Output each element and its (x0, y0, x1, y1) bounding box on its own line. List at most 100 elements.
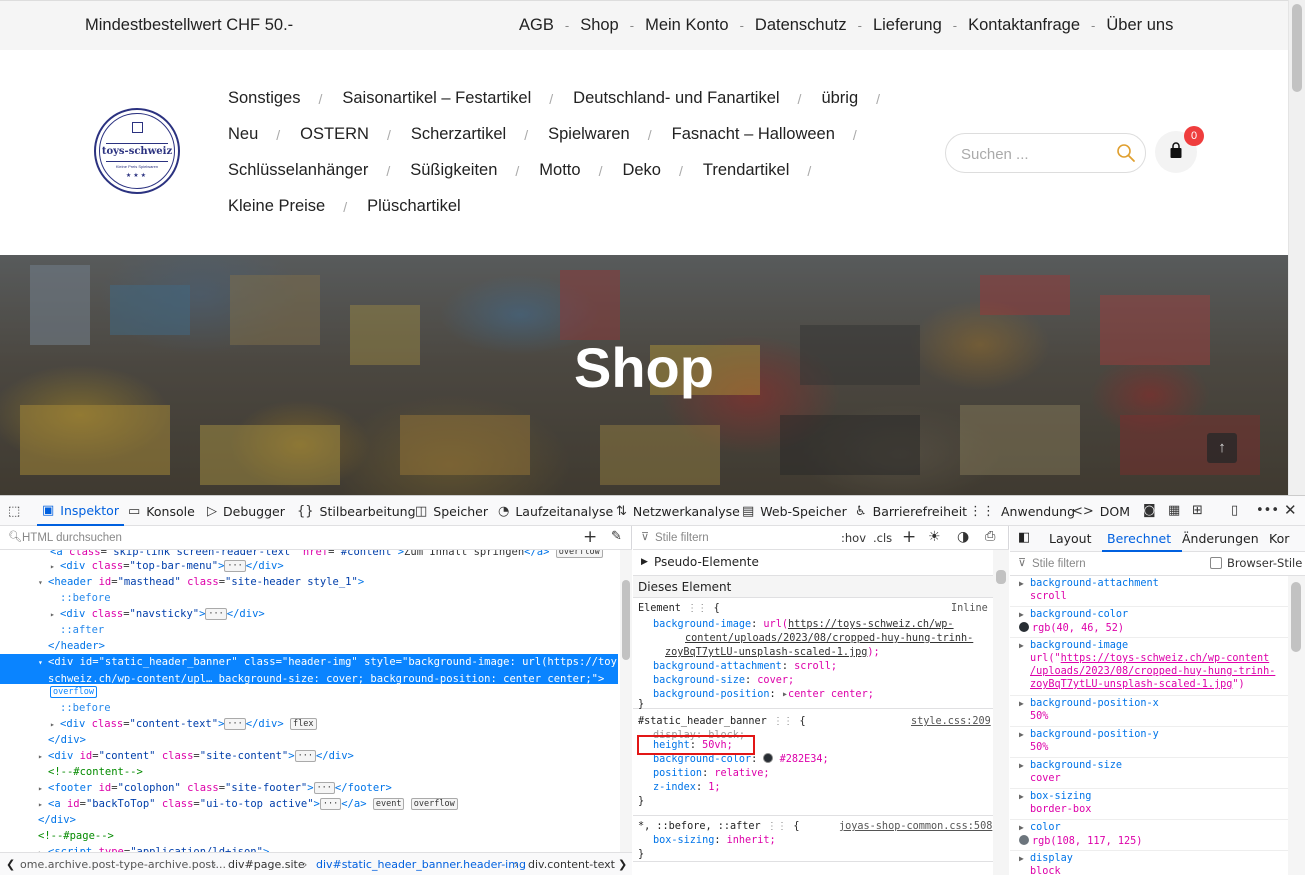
menu-item-deutschland[interactable]: Deutschland- und Fanartikel (573, 89, 779, 108)
rule-source-link[interactable]: style.css:209 (911, 716, 991, 727)
dom-node[interactable]: ▸ <div class="navsticky"> ··· </div> (0, 606, 618, 622)
menu-item-motto[interactable]: Motto (539, 161, 580, 180)
dom-node[interactable]: ▸<script type="application/ld+json"> (0, 844, 618, 852)
breadcrumb-item-current[interactable]: div#static_header_banner.header-img (316, 858, 526, 871)
computed-property[interactable]: ▶ background-position-y 50% (1010, 727, 1288, 758)
computed-property[interactable]: ▶ background-attachment scroll (1010, 576, 1288, 607)
dom-node[interactable]: <!--#page--> (0, 828, 618, 844)
menu-item-deko[interactable]: Deko (622, 161, 661, 180)
styles-filter-input[interactable] (655, 529, 825, 547)
css-declaration[interactable]: background-attachment: scroll; (653, 660, 837, 674)
dom-node[interactable]: ▸ <a id="backToTop" class="ui-to-top acti… (0, 796, 618, 812)
menu-item-schluesselanhaenger[interactable]: Schlüsselanhänger (228, 161, 368, 180)
computed-property[interactable]: ▶ background-position-x 50% (1010, 696, 1288, 727)
dom-node[interactable]: ::after (0, 622, 618, 638)
css-declaration[interactable]: background-color: #282E34; (653, 753, 829, 767)
top-nav-kontaktanfrage[interactable]: Kontaktanfrage (968, 16, 1080, 35)
css-declaration[interactable]: background-image: url(https://toys-schwe… (653, 618, 954, 632)
menu-item-kleine-preise[interactable]: Kleine Preise (228, 197, 325, 216)
dom-node[interactable]: </div> (0, 812, 618, 828)
markup-scrollbar-thumb[interactable] (622, 580, 630, 660)
menu-item-spielwaren[interactable]: Spielwaren (548, 125, 630, 144)
markup-scrollbar[interactable] (620, 550, 632, 852)
css-declaration[interactable]: background-size: cover; (653, 674, 794, 688)
tab-konsole[interactable]: ▭ Konsole (128, 496, 195, 526)
dom-node[interactable]: ▸ <div id="content" class="site-content">… (0, 748, 618, 764)
browser-styles-toggle[interactable]: Browser-Stile (1210, 556, 1302, 570)
menu-item-scherzartikel[interactable]: Scherzartikel (411, 125, 506, 144)
eyedropper-icon[interactable]: ✎ (611, 529, 622, 544)
tab-aenderungen[interactable]: Änderungen (1182, 531, 1259, 546)
computed-property[interactable]: ▶ background-color rgb(40, 46, 52) (1010, 607, 1288, 638)
tab-anwendung[interactable]: ⋮⋮ Anwendung (969, 496, 1075, 526)
print-icon[interactable]: ⎙ (985, 529, 995, 544)
tab-more[interactable]: Kor (1269, 531, 1289, 546)
tab-layout[interactable]: Layout (1049, 531, 1092, 546)
element-picker-button[interactable]: ⬚ (8, 496, 20, 526)
dom-node[interactable]: ::before (0, 700, 618, 716)
toggle-sidebar-icon[interactable]: ◧ (1018, 530, 1030, 545)
top-nav-mein-konto[interactable]: Mein Konto (645, 16, 728, 35)
menu-item-plueschartikel[interactable]: Plüschartikel (367, 197, 461, 216)
computed-property[interactable]: ▶ color rgb(108, 117, 125) (1010, 820, 1288, 851)
tab-dom[interactable]: <> DOM (1072, 496, 1130, 526)
tab-netzwerkanalyse[interactable]: ⇅ Netzwerkanalyse (616, 496, 740, 526)
menu-item-neu[interactable]: Neu (228, 125, 258, 144)
breadcrumb-item[interactable]: ome.archive.post-type-archive.post... (20, 858, 226, 871)
top-nav-lieferung[interactable]: Lieferung (873, 16, 942, 35)
menu-item-trendartikel[interactable]: Trendartikel (703, 161, 790, 180)
tab-laufzeitanalyse[interactable]: ◔ Laufzeitanalyse (498, 496, 613, 526)
css-declaration[interactable]: z-index: 1; (653, 781, 721, 795)
computed-property[interactable]: ▶ box-sizing border-box (1010, 789, 1288, 820)
css-url-link[interactable]: content/uploads/2023/08/cropped-huy-hung… (685, 633, 973, 644)
dom-node[interactable]: ::before (0, 590, 618, 606)
dock-icon[interactable]: ▯ (1231, 503, 1238, 518)
browser-styles-checkbox[interactable] (1210, 557, 1222, 569)
dom-node[interactable]: ▸ <div class="top-bar-menu"> ··· </div> (0, 558, 618, 574)
tab-web-speicher[interactable]: ▤ Web-Speicher (742, 496, 847, 526)
add-node-icon[interactable]: + (583, 527, 597, 547)
dom-node[interactable]: ▸ <div class="content-text"> ··· </div> fle… (0, 716, 618, 732)
page-scrollbar[interactable] (1288, 0, 1305, 495)
menu-item-suessigkeiten[interactable]: Süßigkeiten (410, 161, 497, 180)
tab-barrierefreiheit[interactable]: ♿ Barrierefreiheit (855, 496, 967, 526)
breadcrumb-item[interactable]: div#page.site (228, 858, 305, 871)
screenshot-icon[interactable]: ◙ (1143, 503, 1156, 518)
computed-scrollbar[interactable] (1288, 576, 1305, 875)
computed-property[interactable]: ▶ background-size cover (1010, 758, 1288, 789)
tab-stilbearbeitung[interactable]: {} Stilbearbeitung (297, 496, 416, 526)
breadcrumb-item[interactable]: div.content-text (528, 858, 615, 871)
add-rule-icon[interactable]: + (902, 527, 916, 547)
rule-source-link[interactable]: joyas-shop-common.css:508 (839, 821, 992, 832)
search-input[interactable] (961, 143, 1111, 165)
menu-item-uebrig[interactable]: übrig (821, 89, 858, 108)
top-nav-agb[interactable]: AGB (519, 16, 554, 35)
css-declaration[interactable]: box-sizing: inherit; (653, 834, 776, 848)
top-nav-shop[interactable]: Shop (580, 16, 619, 35)
css-url-link[interactable]: zoyBqT7ytLU-unsplash-scaled-1.jpg (665, 647, 867, 658)
dom-node[interactable]: </header> (0, 638, 618, 654)
close-icon[interactable]: ✕ (1284, 501, 1297, 519)
html-search-input[interactable] (22, 529, 562, 547)
top-nav-datenschutz[interactable]: Datenschutz (755, 16, 847, 35)
menu-item-fasnacht[interactable]: Fasnacht – Halloween (672, 125, 835, 144)
breadcrumb-back-icon[interactable]: ❮ (6, 858, 15, 871)
ruler-icon[interactable]: ⊞ (1192, 503, 1203, 518)
tab-inspektor[interactable]: ▣ Inspektor (37, 496, 124, 526)
menu-item-saisonartikel[interactable]: Saisonartikel – Festartikel (342, 89, 531, 108)
search-icon[interactable] (1116, 143, 1136, 163)
dom-node[interactable]: </div> (0, 732, 618, 748)
pseudo-elements-toggle[interactable]: ▶ Pseudo-Elemente (633, 550, 993, 576)
tab-debugger[interactable]: ▷ Debugger (207, 496, 285, 526)
breadcrumb-forward-icon[interactable]: ❯ (618, 858, 627, 871)
page-scrollbar-thumb[interactable] (1292, 4, 1302, 92)
more-options-icon[interactable]: ••• (1256, 503, 1279, 518)
tab-speicher[interactable]: ◫ Speicher (415, 496, 488, 526)
menu-item-ostern[interactable]: OSTERN (300, 125, 369, 144)
top-nav-ueber-uns[interactable]: Über uns (1106, 16, 1173, 35)
computed-property[interactable]: ▶ display block (1010, 851, 1288, 875)
dark-mode-icon[interactable]: ◑ (957, 529, 969, 545)
computed-filter-input[interactable] (1032, 555, 1192, 573)
css-declaration[interactable]: background-position: ▸center center; (653, 688, 874, 702)
dom-node-selected[interactable]: ▾ <div id="static_header_banner" class="h… (0, 654, 620, 685)
